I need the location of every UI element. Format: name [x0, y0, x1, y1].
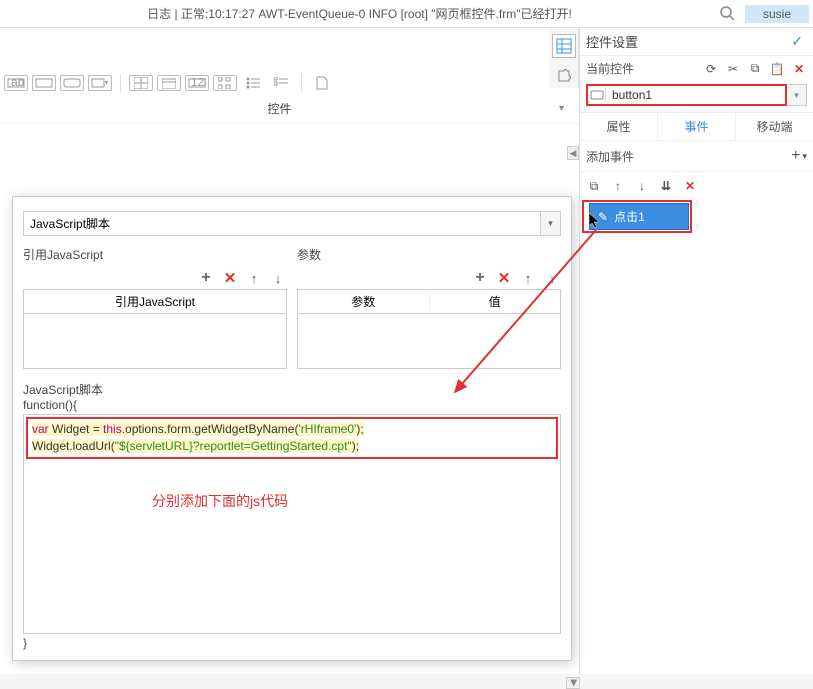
- chevron-down-icon[interactable]: ▾: [787, 84, 807, 106]
- widget-number-icon[interactable]: 123: [185, 75, 209, 91]
- svg-text:abl: abl: [11, 78, 25, 88]
- tab-property[interactable]: 属性: [580, 113, 657, 140]
- widget-tree-icon[interactable]: [213, 75, 237, 91]
- code-highlight-box: var Widget = this.options.form.getWidget…: [26, 417, 558, 459]
- script-type-row: JavaScript脚本 ▾: [23, 211, 561, 236]
- vert-tab-puzzle-icon[interactable]: [552, 64, 576, 88]
- tab-mobile[interactable]: 移动端: [736, 113, 813, 140]
- panel-expand-bottom[interactable]: ◀: [566, 677, 580, 689]
- code-area[interactable]: var Widget = this.options.form.getWidget…: [23, 414, 561, 634]
- widget-section-label: 控件: [0, 100, 559, 117]
- widget-label-icon[interactable]: abl: [4, 75, 28, 91]
- move-up-icon[interactable]: ↑: [610, 178, 626, 194]
- param-head-value: 值: [430, 293, 561, 310]
- log-text: 日志 | 正常:10:17:27 AWT-EventQueue-0 INFO […: [0, 5, 719, 22]
- add-ref-button[interactable]: +: [197, 269, 215, 287]
- refresh-icon[interactable]: ⟳: [703, 61, 719, 77]
- chevron-down-icon[interactable]: ▾: [541, 211, 561, 236]
- top-bar: 日志 | 正常:10:17:27 AWT-EventQueue-0 INFO […: [0, 0, 813, 28]
- current-widget-row: 当前控件 ⟳ ✂ ⧉ 📋 ✕: [580, 56, 813, 81]
- cut-icon[interactable]: ✂: [725, 61, 741, 77]
- param-down-button[interactable]: ↓: [543, 269, 561, 287]
- event-item-click1[interactable]: ✎ 点击1: [589, 203, 689, 230]
- add-event-button[interactable]: +▾: [791, 147, 807, 165]
- delete-event-icon[interactable]: ✕: [682, 178, 698, 194]
- panel-collapse-left-2[interactable]: ◀: [567, 146, 579, 160]
- vertical-tabs: [549, 28, 579, 88]
- delete-icon[interactable]: ✕: [791, 61, 807, 77]
- ref-col: 引用JavaScript + ✕ ↑ ↓ 引用JavaScript: [23, 244, 287, 369]
- rp-tabs: 属性 事件 移动端: [580, 112, 813, 141]
- widget-list2-icon[interactable]: [269, 75, 293, 91]
- widget-toolbar: abl 123: [0, 68, 579, 96]
- ref-param-section: 引用JavaScript + ✕ ↑ ↓ 引用JavaScript 参数 + ✕…: [23, 244, 561, 369]
- sort-icon[interactable]: ⇊: [658, 178, 674, 194]
- ref-col-title: 引用JavaScript: [23, 244, 287, 267]
- func-open: function(){: [23, 398, 561, 412]
- widget-text-icon[interactable]: [32, 75, 56, 91]
- chevron-down-icon[interactable]: ▾: [559, 103, 579, 114]
- widget-combo-icon[interactable]: [88, 75, 112, 91]
- svg-text:123: 123: [191, 78, 206, 88]
- widget-label-row: 控件 ▾: [0, 96, 579, 123]
- event-item-label: 点击1: [614, 208, 645, 225]
- event-action-row: ⧉ ↑ ↓ ⇊ ✕: [580, 172, 813, 200]
- toolbar-separator: [301, 74, 302, 92]
- button-type-icon: [588, 88, 606, 102]
- user-name[interactable]: susie: [745, 5, 809, 23]
- ref-icon-row: + ✕ ↑ ↓: [23, 267, 287, 289]
- ref-down-button[interactable]: ↓: [269, 269, 287, 287]
- param-icon-row: + ✕ ↑ ↓: [297, 267, 561, 289]
- func-label: JavaScript脚本: [23, 381, 561, 398]
- current-widget-label: 当前控件: [586, 60, 634, 77]
- copy-event-icon[interactable]: ⧉: [586, 178, 602, 194]
- widget-file-icon[interactable]: [310, 75, 334, 91]
- add-event-row: 添加事件 +▾: [580, 141, 813, 172]
- copy-icon[interactable]: ⧉: [747, 61, 763, 77]
- tab-event[interactable]: 事件: [658, 113, 735, 140]
- remove-ref-button[interactable]: ✕: [221, 269, 239, 287]
- rp-header: 控件设置 ✓: [580, 28, 813, 56]
- ref-up-button[interactable]: ↑: [245, 269, 263, 287]
- add-event-label: 添加事件: [586, 148, 634, 165]
- toolbar-separator: [120, 74, 121, 92]
- cursor-icon: [588, 212, 604, 228]
- remove-param-button[interactable]: ✕: [495, 269, 513, 287]
- func-close: }: [23, 636, 561, 650]
- right-panel: 控件设置 ✓ 当前控件 ⟳ ✂ ⧉ 📋 ✕ button1 ▾ 属性 事件: [579, 28, 813, 674]
- pin-icon[interactable]: ✓: [787, 33, 807, 50]
- current-widget-value: button1: [606, 86, 658, 104]
- add-param-button[interactable]: +: [471, 269, 489, 287]
- script-type-value: JavaScript脚本: [30, 217, 110, 231]
- param-col-title: 参数: [297, 244, 561, 267]
- paste-icon[interactable]: 📋: [769, 61, 785, 77]
- code-annotation: 分别添加下面的js代码: [152, 491, 288, 511]
- script-editor-popup: JavaScript脚本 ▾ 引用JavaScript + ✕ ↑ ↓ 引用Ja…: [12, 196, 572, 661]
- widget-list1-icon[interactable]: [241, 75, 265, 91]
- move-down-icon[interactable]: ↓: [634, 178, 650, 194]
- panel-title: 控件设置: [586, 32, 787, 51]
- param-up-button[interactable]: ↑: [519, 269, 537, 287]
- param-col: 参数 + ✕ ↑ ↓ 参数 值: [297, 244, 561, 369]
- current-widget-field-row: button1 ▾: [580, 81, 813, 112]
- widget-grid-icon[interactable]: [129, 75, 153, 91]
- param-table[interactable]: 参数 值: [297, 289, 561, 369]
- script-type-combo[interactable]: JavaScript脚本: [23, 211, 541, 236]
- widget-date-icon[interactable]: [157, 75, 181, 91]
- current-widget-field[interactable]: button1: [586, 84, 787, 106]
- search-icon[interactable]: [719, 5, 737, 23]
- param-head-param: 参数: [298, 293, 430, 310]
- ref-table[interactable]: 引用JavaScript: [23, 289, 287, 369]
- widget-button-icon[interactable]: [60, 75, 84, 91]
- vert-tab-grid-icon[interactable]: [552, 34, 576, 58]
- ref-table-head: 引用JavaScript: [24, 293, 286, 310]
